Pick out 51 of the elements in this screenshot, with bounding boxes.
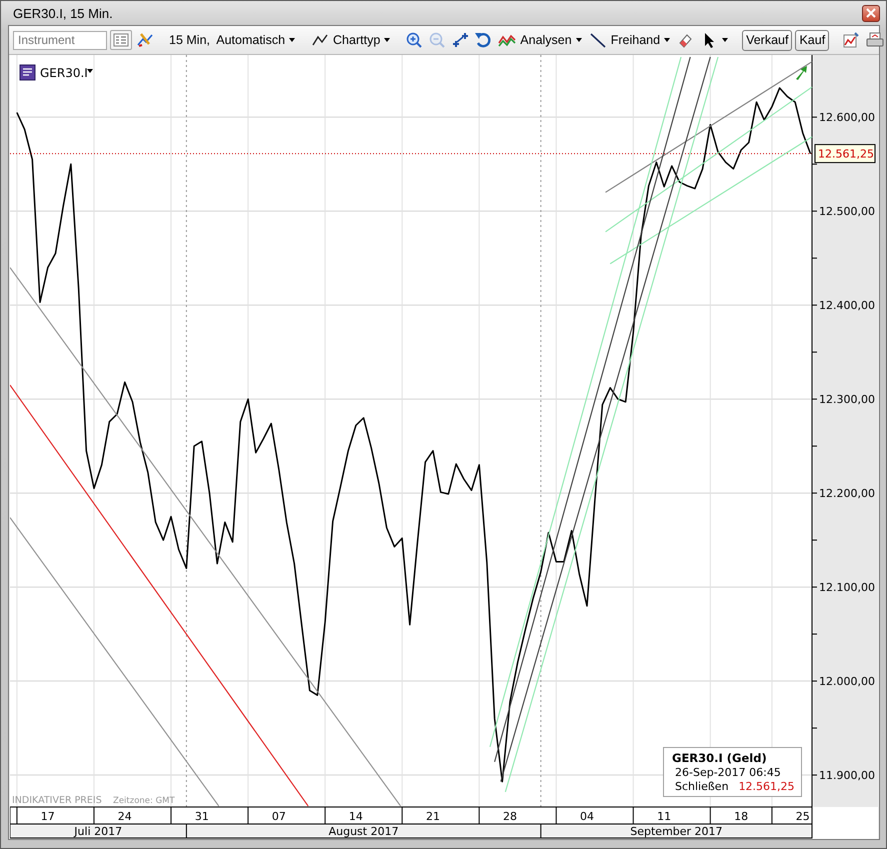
caret-icon[interactable] <box>87 69 93 73</box>
caret-icon <box>664 38 670 42</box>
axis-label: 12.100,00 <box>819 581 875 594</box>
axis-label: 31 <box>194 810 209 823</box>
month-label: August 2017 <box>328 825 399 838</box>
ref-line-label: 12.561,25 <box>818 148 874 161</box>
axis-label: 11 <box>657 810 672 823</box>
axis-label: 25 <box>796 810 810 823</box>
buy-button[interactable]: Kauf <box>795 30 830 50</box>
close-icon <box>866 8 876 18</box>
axis-label: 28 <box>503 810 517 823</box>
axis-label: 11.900,00 <box>819 769 875 782</box>
interval-dropdown[interactable]: 15 Min, Automatisch <box>167 29 298 51</box>
chart-type-dropdown[interactable]: Charttyp <box>309 29 392 51</box>
caret-icon <box>289 38 296 42</box>
axis-label: 24 <box>118 810 132 823</box>
timezone-label: Zeitzone: GMT <box>113 796 175 806</box>
price-note: INDIKATIVER PREIS <box>12 795 102 806</box>
field-label: Schließen <box>675 780 729 793</box>
timestamp-text: 26-Sep-2017 06:45 <box>674 766 782 779</box>
axis-label: 12.300,00 <box>819 393 875 406</box>
instrument-field[interactable]: Instrument <box>13 30 107 50</box>
window-title: GER30.I, 15 Min. <box>13 6 113 20</box>
analyses-dropdown[interactable]: Analysen <box>496 29 584 51</box>
axis-label: 17 <box>40 810 55 823</box>
axis-label: 14 <box>348 810 363 823</box>
price-tag: 12.561,25 <box>814 144 876 164</box>
sell-button[interactable]: Verkauf <box>742 30 792 50</box>
info-title: GER30.I (Geld) <box>672 751 768 765</box>
axis-label: 12.200,00 <box>819 487 875 500</box>
list-icon[interactable] <box>110 30 132 50</box>
instrument-label[interactable]: GER30.I <box>40 66 88 80</box>
axis-label: 21 <box>426 810 440 823</box>
field-value: 12.561,25 <box>738 780 795 793</box>
axis-label: 12.400,00 <box>819 299 875 312</box>
caret-icon <box>384 38 390 42</box>
trend-arrow-icon <box>796 66 807 80</box>
cfd-icon <box>20 64 36 80</box>
diagonal-line-icon <box>588 31 607 49</box>
freehand-dropdown[interactable]: Freihand <box>586 29 672 51</box>
axis-label: 12.500,00 <box>819 205 875 218</box>
caret-icon <box>576 38 582 42</box>
caret-icon <box>722 38 728 42</box>
month-label: Juli 2017 <box>74 825 122 838</box>
close-button[interactable] <box>862 4 880 22</box>
axis-label: 18 <box>734 810 748 823</box>
axis-label: 12.000,00 <box>819 675 875 688</box>
axis-label: 04 <box>580 810 594 823</box>
month-label: September 2017 <box>630 825 723 838</box>
axis-label: 07 <box>272 810 286 823</box>
axis-label: 12.600,00 <box>819 111 875 124</box>
